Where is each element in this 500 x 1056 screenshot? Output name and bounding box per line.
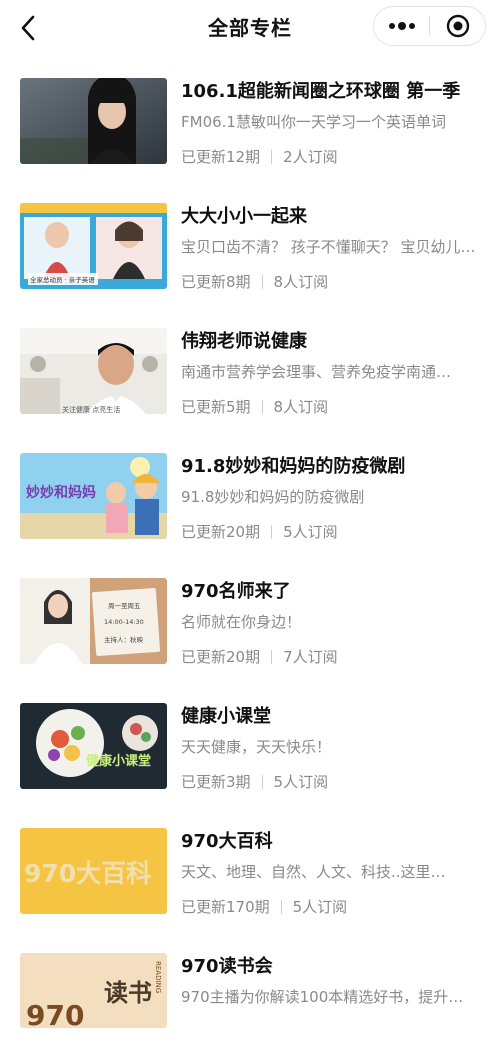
column-description: 970主播为你解读100本精选好书，提升…	[181, 988, 464, 1006]
thumbnail-caption: 主持人：秋映	[104, 635, 144, 644]
column-item[interactable]: 970大百科 970大百科 天文、地理、自然、人文、科技..这里… 已更新170…	[0, 806, 500, 931]
update-count: 已更新20期	[181, 523, 261, 541]
close-mini-program-button[interactable]	[430, 7, 485, 45]
column-title: 健康小课堂	[181, 706, 271, 727]
meta-divider	[271, 149, 273, 164]
column-meta: 已更新20期 7人订阅	[181, 646, 338, 667]
thumbnail-caption: 健康小课堂	[86, 753, 151, 769]
column-meta: 已更新20期 5人订阅	[181, 521, 338, 542]
thumbnail-caption: 970	[26, 999, 84, 1028]
thumbnail-caption: 关注健康 点亮生活	[62, 405, 120, 414]
column-title: 大大小小一起来	[181, 206, 307, 227]
nav-header: 全部专栏	[0, 0, 500, 56]
thumbnail-caption: 全家总动员 · 亲子英语	[30, 275, 95, 284]
column-item[interactable]: 970 读书 READING 970读书会 970主播为你解读100本精选好书，…	[0, 931, 500, 1056]
subscriber-count: 2人订阅	[283, 148, 338, 166]
column-thumbnail	[20, 78, 167, 164]
more-dots-icon	[388, 22, 415, 30]
column-thumbnail: 970大百科	[20, 828, 167, 914]
meta-divider	[261, 399, 263, 414]
update-count: 已更新12期	[181, 148, 261, 166]
meta-divider	[280, 899, 282, 914]
column-item[interactable]: 关注健康 点亮生活 伟翔老师说健康 南通市营养学会理事、营养免疫学南通… 已更新…	[0, 306, 500, 431]
column-description: 宝贝口齿不清？ 孩子不懂聊天？ 宝贝幼儿…	[181, 238, 476, 256]
thumbnail-caption: 970大百科	[24, 859, 151, 888]
column-item[interactable]: 106.1超能新闻圈之环球圈 第一季 FM06.1慧敏叫你一天学习一个英语单词 …	[0, 56, 500, 181]
column-description: 91.8妙妙和妈妈的防疫微剧	[181, 488, 365, 506]
column-item[interactable]: 全家总动员 · 亲子英语 大大小小一起来 宝贝口齿不清？ 孩子不懂聊天？ 宝贝幼…	[0, 181, 500, 306]
update-count: 已更新8期	[181, 273, 251, 291]
subscriber-count: 5人订阅	[283, 523, 338, 541]
column-item[interactable]: 妙妙和妈妈 91.8妙妙和妈妈的防疫微剧 91.8妙妙和妈妈的防疫微剧 已更新2…	[0, 431, 500, 556]
column-item[interactable]: 健康小课堂 健康小课堂 天天健康，天天快乐！ 已更新3期 5人订阅	[0, 681, 500, 806]
column-item[interactable]: 周一至周五 14:00-14:30 主持人：秋映 970名师来了 名师就在你身边…	[0, 556, 500, 681]
meta-divider	[271, 649, 273, 664]
thumbnail-caption: 周一至周五	[108, 602, 141, 610]
meta-divider	[261, 774, 263, 789]
update-count: 已更新20期	[181, 648, 261, 666]
update-count: 已更新170期	[181, 898, 270, 916]
column-description: FM06.1慧敏叫你一天学习一个英语单词	[181, 113, 446, 131]
column-description: 南通市营养学会理事、营养免疫学南通…	[181, 363, 452, 381]
subscriber-count: 8人订阅	[273, 398, 329, 416]
record-circle-icon	[446, 14, 469, 38]
column-description: 天文、地理、自然、人文、科技..这里…	[181, 863, 446, 881]
mini-program-capsule	[373, 6, 486, 46]
subscriber-count: 5人订阅	[273, 773, 329, 791]
column-meta: 已更新12期 2人订阅	[181, 146, 338, 167]
column-description: 天天健康，天天快乐！	[181, 738, 332, 756]
subscriber-count: 8人订阅	[273, 273, 329, 291]
thumbnail-caption: 妙妙和妈妈	[26, 484, 96, 501]
meta-divider	[271, 524, 273, 539]
column-title: 970名师来了	[181, 581, 291, 602]
column-meta: 已更新8期 8人订阅	[181, 271, 328, 292]
column-thumbnail: 健康小课堂	[20, 703, 167, 789]
column-title: 91.8妙妙和妈妈的防疫微剧	[181, 456, 406, 477]
column-title: 106.1超能新闻圈之环球圈 第一季	[181, 81, 461, 102]
more-button[interactable]	[374, 7, 429, 45]
column-title: 970读书会	[181, 956, 273, 977]
column-description: 名师就在你身边！	[181, 613, 302, 631]
thumbnail-caption: READING	[154, 961, 162, 993]
update-count: 已更新3期	[181, 773, 251, 791]
column-meta: 已更新170期 5人订阅	[181, 896, 347, 917]
meta-divider	[261, 274, 263, 289]
subscriber-count: 5人订阅	[292, 898, 348, 916]
column-thumbnail: 全家总动员 · 亲子英语	[20, 203, 167, 289]
subscriber-count: 7人订阅	[283, 648, 338, 666]
column-title: 伟翔老师说健康	[181, 331, 307, 352]
column-title: 970大百科	[181, 831, 273, 852]
thumbnail-caption: 读书	[104, 979, 152, 1007]
thumbnail-caption: 14:00-14:30	[104, 618, 144, 626]
column-meta: 已更新3期 5人订阅	[181, 771, 328, 792]
column-thumbnail: 周一至周五 14:00-14:30 主持人：秋映	[20, 578, 167, 664]
column-thumbnail: 妙妙和妈妈	[20, 453, 167, 539]
column-thumbnail: 关注健康 点亮生活	[20, 328, 167, 414]
column-thumbnail: 970 读书 READING	[20, 953, 167, 1028]
column-meta: 已更新5期 8人订阅	[181, 396, 328, 417]
update-count: 已更新5期	[181, 398, 251, 416]
